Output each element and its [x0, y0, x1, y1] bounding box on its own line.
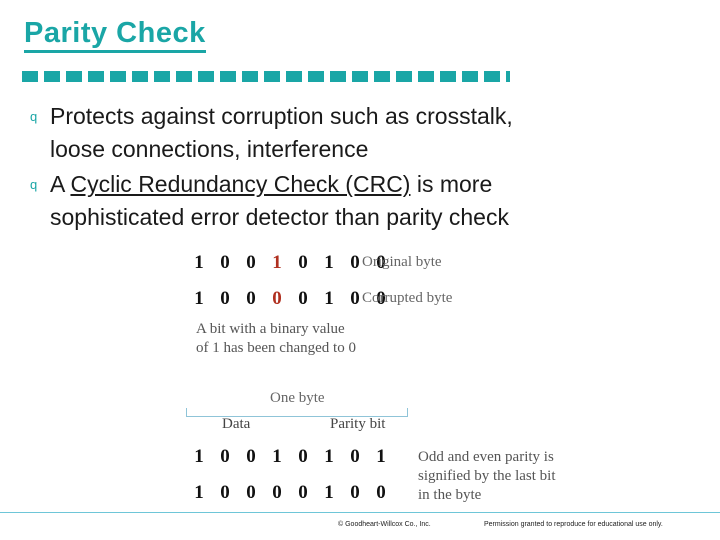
parity-row-1-parity: 1	[368, 446, 394, 468]
parity-row-2-bit-5: 1	[324, 482, 334, 503]
original-bit-4: 0	[298, 252, 308, 273]
parity-row-1-bit-5: 1	[324, 446, 334, 467]
title-dashed-divider	[22, 71, 510, 82]
parity-note-line-2: signified by the last bit	[418, 468, 556, 484]
corrupted-bit-5: 1	[324, 288, 334, 309]
parity-bit-label: Parity bit	[330, 416, 386, 432]
bit-change-note: A bit with a binary value of 1 has been …	[196, 320, 356, 358]
original-bit-1: 0	[220, 252, 230, 273]
parity-row-1-bit-4: 0	[298, 446, 308, 467]
bullet-marker-icon: q	[30, 109, 38, 124]
corrupted-byte-label: Corrupted byte	[362, 290, 453, 306]
original-bit-5: 1	[324, 252, 334, 273]
parity-figure: 10010100 Original byte 10000100 Corrupte…	[0, 240, 720, 510]
parity-row-2-bit-1: 0	[220, 482, 230, 503]
original-byte-label: Original byte	[362, 254, 442, 270]
parity-row-1-bit-3: 1	[272, 446, 282, 467]
bullet-item-2-text: A Cyclic Redundancy Check (CRC) is more …	[50, 168, 509, 234]
footer-copyright: © Goodheart-Willcox Co., Inc.	[338, 521, 431, 528]
bullet-item-1: q Protects against corruption such as cr…	[22, 100, 682, 166]
parity-row-2-data: 1000010	[186, 482, 368, 504]
bullet-2-suffix: is more	[410, 171, 493, 197]
parity-row-2-bit-3: 0	[272, 482, 282, 503]
parity-row-2-parity: 0	[368, 482, 394, 504]
crc-link[interactable]: Cyclic Redundancy Check (CRC)	[70, 171, 410, 197]
parity-row-2-bit-4: 0	[298, 482, 308, 503]
bullet-marker-icon: q	[30, 177, 38, 192]
original-bit-3: 1	[272, 252, 282, 273]
parity-row-1-parity-bit: 1	[376, 446, 386, 467]
parity-row-2-bit-6: 0	[350, 482, 360, 503]
bullet-2-line-2: sophisticated error detector than parity…	[50, 204, 509, 230]
corrupted-bit-3: 0	[272, 288, 282, 309]
corrupted-bit-1: 0	[220, 288, 230, 309]
corrupted-bit-2: 0	[246, 288, 256, 309]
data-label: Data	[222, 416, 251, 432]
bullet-1-line-2: loose connections, interference	[50, 136, 369, 162]
parity-row-1-data: 1001010	[186, 446, 368, 468]
page-title: Parity Check	[24, 18, 206, 54]
parity-row-2-bit-0: 1	[194, 482, 204, 503]
footer-divider	[0, 512, 720, 513]
parity-row-2-parity-bit: 0	[376, 482, 386, 503]
slide: Parity Check q Protects against corrupti…	[0, 0, 720, 540]
bit-change-note-line-1: A bit with a binary value	[196, 321, 345, 337]
parity-row-1-bit-2: 0	[246, 446, 256, 467]
parity-row-1-bit-0: 1	[194, 446, 204, 467]
parity-note-line-3: in the byte	[418, 487, 482, 503]
original-bit-2: 0	[246, 252, 256, 273]
parity-note-line-1: Odd and even parity is	[418, 449, 554, 465]
footer-permission: Permission granted to reproduce for educ…	[484, 521, 663, 528]
bullet-item-1-text: Protects against corruption such as cros…	[50, 100, 513, 166]
parity-row-2-bit-2: 0	[246, 482, 256, 503]
original-bit-0: 1	[194, 252, 204, 273]
bullet-list: q Protects against corruption such as cr…	[22, 100, 682, 236]
bullet-2-prefix: A	[50, 171, 71, 197]
corrupted-bit-0: 1	[194, 288, 204, 309]
parity-row-1-bit-6: 0	[350, 446, 360, 467]
parity-note: Odd and even parity is signified by the …	[418, 448, 555, 505]
bullet-1-line-1: Protects against corruption such as cros…	[50, 103, 513, 129]
bit-change-note-line-2: of 1 has been changed to 0	[196, 340, 356, 356]
one-byte-label: One byte	[270, 390, 325, 406]
parity-row-1-bit-1: 0	[220, 446, 230, 467]
corrupted-bit-4: 0	[298, 288, 308, 309]
bullet-item-2: q A Cyclic Redundancy Check (CRC) is mor…	[22, 168, 682, 234]
